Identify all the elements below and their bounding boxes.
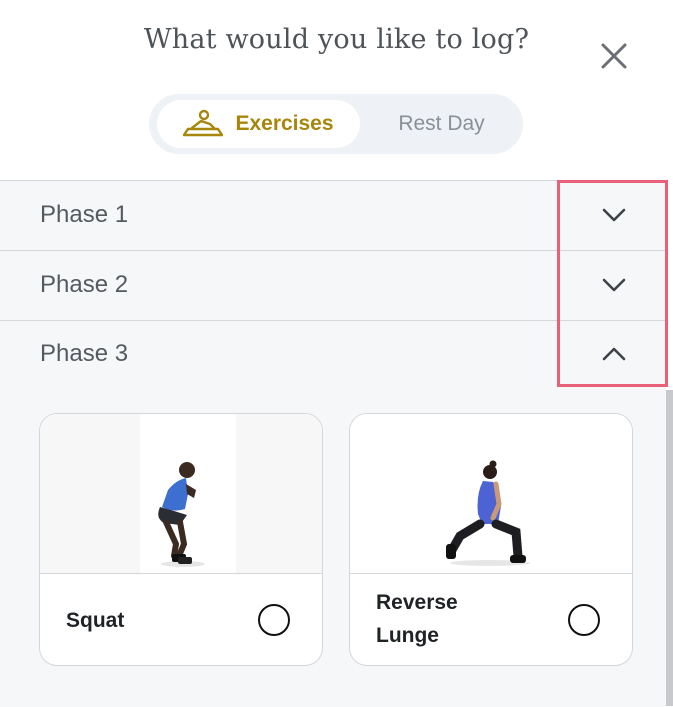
phase-label: Phase 2	[40, 271, 129, 298]
log-type-toggle: Exercises Rest Day	[149, 94, 523, 154]
chevron-up-icon[interactable]	[601, 344, 627, 364]
exercise-radio[interactable]	[258, 604, 290, 636]
exercise-card-reverse-lunge[interactable]: Reverse Lunge	[349, 413, 633, 666]
phase-label: Phase 3	[40, 340, 129, 367]
card-divider	[350, 573, 632, 574]
exercise-card-squat[interactable]: Squat	[39, 413, 323, 666]
exercise-mat-icon	[183, 109, 224, 137]
chevron-down-icon[interactable]	[601, 205, 627, 225]
phase-label: Phase 1	[40, 201, 129, 228]
exercise-name: Squat	[66, 609, 125, 632]
close-icon[interactable]	[598, 40, 630, 72]
scrollbar[interactable]	[666, 390, 673, 706]
exercise-name-line-1: Reverse	[376, 591, 458, 614]
exercises-tab[interactable]: Exercises	[157, 100, 360, 148]
rest-day-label: Rest Day	[398, 112, 485, 135]
card-divider	[40, 573, 322, 574]
phase-1-row[interactable]: Phase 1	[0, 181, 666, 251]
reverse-lunge-illustration	[350, 414, 632, 573]
phase-3-row[interactable]: Phase 3	[0, 320, 666, 389]
squat-illustration	[40, 414, 322, 573]
phase-2-row[interactable]: Phase 2	[0, 251, 666, 321]
chevron-down-icon[interactable]	[601, 275, 627, 295]
exercises-label: Exercises	[235, 112, 334, 135]
rest-day-tab[interactable]: Rest Day	[360, 100, 523, 148]
page-title: What would you like to log?	[143, 24, 530, 55]
exercise-name-line-2: Lunge	[376, 624, 439, 647]
exercise-radio[interactable]	[568, 604, 600, 636]
